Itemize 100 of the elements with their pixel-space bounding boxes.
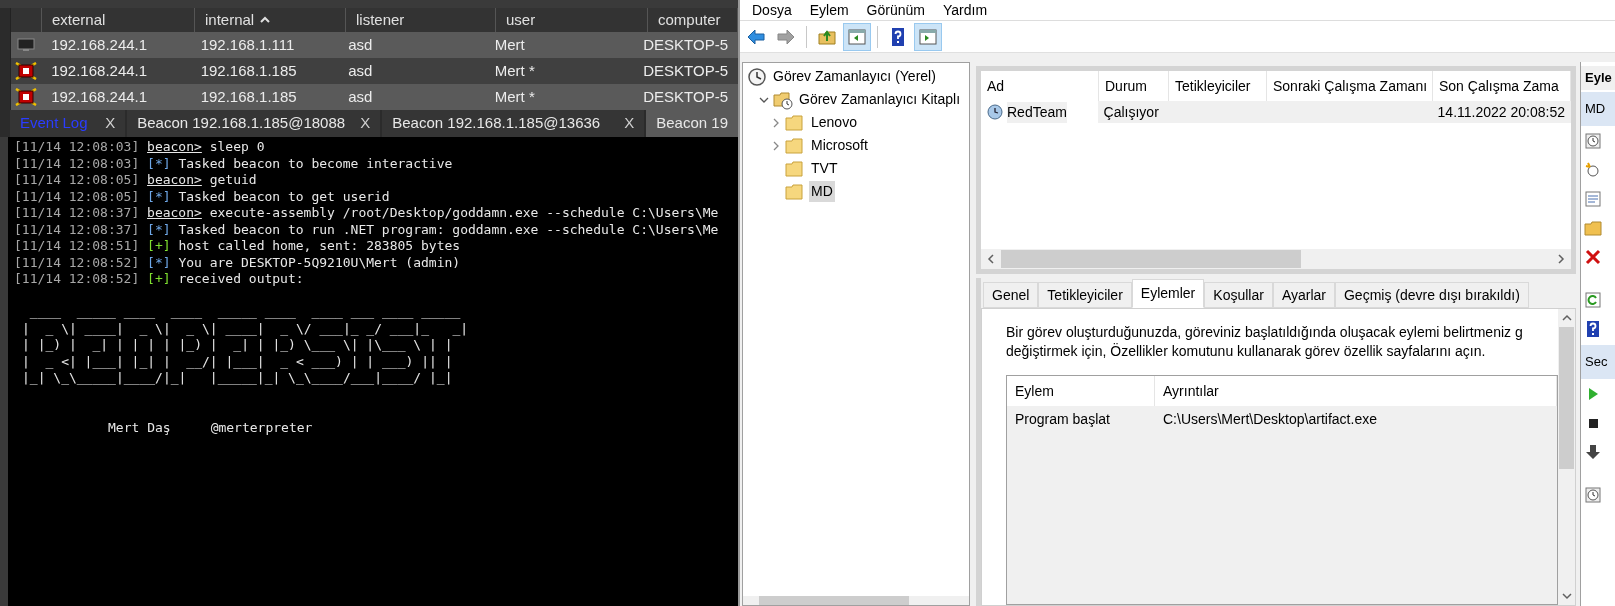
table-cell-text: 14.11.2022 20:08:52 <box>1436 102 1566 122</box>
scroll-right-icon[interactable] <box>1557 254 1565 264</box>
chevron-right-icon[interactable] <box>771 117 781 128</box>
menu-item[interactable]: Görünüm <box>858 0 933 21</box>
console-tab[interactable]: Beacon 192.168.1.185@18088 X <box>127 110 381 137</box>
table-cell-text: 192.168.244.1 <box>50 60 149 81</box>
tab[interactable]: Genel <box>983 282 1039 308</box>
tree-item[interactable]: TVT <box>809 158 840 179</box>
folder-icon <box>785 135 805 156</box>
tree-item[interactable]: MD <box>809 181 835 202</box>
console-output: received output: <box>178 271 304 288</box>
tree-item[interactable]: Lenovo <box>809 112 859 133</box>
menu-item[interactable]: Dosya <box>744 0 800 21</box>
delete-icon[interactable] <box>1584 247 1602 266</box>
console-output: Tasked beacon to run .NET program: goddamn.exe --schedule C:\Users\Me <box>178 221 719 238</box>
scroll-left-icon[interactable] <box>987 254 995 264</box>
close-button[interactable]: X <box>105 112 116 135</box>
tab[interactable]: Tetikleyiciler <box>1038 282 1132 308</box>
table-cell-text: asd <box>347 34 374 55</box>
status-marker: [*] <box>147 155 171 172</box>
clock-icon[interactable] <box>1584 131 1602 150</box>
column-header[interactable]: Ayrıntılar <box>1155 376 1557 406</box>
prompt-text: beacon> <box>147 172 202 189</box>
console-output: Tasked beacon to become interactive <box>178 155 453 172</box>
tab-label: Event Log <box>20 113 88 134</box>
timestamp: [11/14 12:08:05] <box>14 172 140 189</box>
section-header[interactable]: Sec <box>1581 345 1615 379</box>
menu-item[interactable]: Yardım <box>934 0 996 21</box>
sort-ascending-icon <box>260 15 271 25</box>
clock-star-icon[interactable] <box>1584 160 1602 179</box>
console-output: You are DESKTOP-5Q9210U\Mert (admin) <box>178 254 461 271</box>
table-cell-text: asd <box>347 60 374 81</box>
clock-icon <box>747 66 767 87</box>
timestamp: [11/14 12:08:05] <box>14 188 140 205</box>
console-output: execute-assembly /root/Desktop/goddamn.exe --schedule C:\Users\Me <box>209 205 719 222</box>
folder-icon <box>785 181 805 202</box>
folder-clock-icon <box>773 89 793 110</box>
folder-icon[interactable] <box>1584 218 1602 237</box>
column-header[interactable]: Eylem <box>1007 376 1155 406</box>
author-name: Mert Daş <box>108 419 171 436</box>
console-tab[interactable]: Beacon 19 <box>646 110 738 137</box>
banner-text: ____ _____ ____ ____ _____ ____ ____ ___ ____ _____ | _ \| ____| _ \| _ \| ____| _ \/ ___|_ _/ ___|_ _| | |_) | _| | | | | |_) | _| | |_) \___ \| |\___ \ | | | _ <| |___| |_| | __/| |___| _ < ___) | | ___) || | |_| \_\_____|____/|_| |_____|_| \_\____/___|____/ |_| <box>22 304 469 387</box>
tree-item[interactable]: Görev Zamanlayıcı Kitaplı <box>797 89 963 110</box>
task-name: RedTeam <box>1007 101 1067 123</box>
tab[interactable]: Ayarlar <box>1272 282 1335 308</box>
refresh-icon[interactable] <box>1584 290 1602 309</box>
status-marker: [+] <box>147 238 171 255</box>
chevron-right-icon[interactable] <box>771 140 781 151</box>
table-cell-text: Mert * <box>493 60 536 81</box>
console-output: sleep 0 <box>209 139 265 156</box>
tab-label: Beacon 19 <box>656 113 728 134</box>
table-cell-text: DESKTOP-5 <box>642 60 729 81</box>
horizontal-scrollbar[interactable] <box>981 249 1571 269</box>
table-cell-text: 192.168.1.111 <box>199 34 296 55</box>
help-icon[interactable] <box>1584 319 1602 338</box>
column-header[interactable]: Ad <box>981 71 1099 101</box>
table-cell-text: DESKTOP-5 <box>642 34 729 55</box>
table-cell-text: Mert * <box>493 86 536 107</box>
tab[interactable]: Eylemler <box>1131 279 1205 308</box>
tab[interactable]: Geçmiş (devre dışı bırakıldı) <box>1335 282 1529 308</box>
timestamp: [11/14 12:08:37] <box>14 221 140 238</box>
close-button[interactable]: X <box>360 112 371 135</box>
status-marker: [*] <box>147 254 171 271</box>
timestamp: [11/14 12:08:51] <box>14 238 140 255</box>
table-cell-text: asd <box>347 86 374 107</box>
clock-icon <box>987 104 1003 120</box>
table-cell-text: 192.168.244.1 <box>50 86 149 107</box>
scroll-down-icon[interactable] <box>1561 592 1572 600</box>
table-cell-text: 192.168.244.1 <box>50 34 149 55</box>
tab[interactable]: Koşullar <box>1204 282 1273 308</box>
table-cell-text: 192.168.1.185 <box>199 86 298 107</box>
tab-label: Beacon 192.168.1.185@18088 <box>137 113 346 134</box>
folder-icon <box>785 158 805 179</box>
tree-item[interactable]: Görev Zamanlayıcı (Yerel) <box>771 66 938 87</box>
table-cell-text: Program başlat <box>1014 409 1111 429</box>
section-header[interactable]: MD <box>1581 92 1615 126</box>
table-cell-text: 192.168.1.185 <box>199 60 298 81</box>
description-text: Bir görev oluşturduğunuzda, göreviniz başlatıldığında oluşacak eylemi belirtmeniz g değiştirmek için, Özellikler komutunu kullanarak görev özellik sayfalarını açın. <box>1006 323 1524 361</box>
timestamp: [11/14 12:08:03] <box>14 139 140 156</box>
console-tab[interactable]: Beacon 192.168.1.185@13636 X <box>382 110 645 137</box>
menu-item[interactable]: Eylem <box>801 0 857 21</box>
table-cell-text: Mert <box>493 34 526 55</box>
prompt-text: beacon> <box>147 205 202 222</box>
console-tab[interactable]: Event Log X <box>10 110 126 137</box>
table-cell-text: Çalışıyor <box>1102 102 1160 122</box>
console-output: getuid <box>209 172 257 189</box>
timestamp: [11/14 12:08:52] <box>14 254 140 271</box>
down-arrow-icon[interactable] <box>1584 442 1602 461</box>
scroll-up-icon[interactable] <box>1561 314 1572 322</box>
console-tree-icon <box>847 26 867 47</box>
author-handle: @merterpreter <box>210 419 313 436</box>
vertical-scrollbar[interactable] <box>1558 309 1575 605</box>
status-marker: [*] <box>147 188 171 205</box>
timestamp: [11/14 12:08:37] <box>14 205 140 222</box>
tree-item[interactable]: Microsoft <box>809 135 870 156</box>
clock-icon[interactable] <box>1584 485 1602 504</box>
timestamp: [11/14 12:08:52] <box>14 271 140 288</box>
horizontal-scrollbar[interactable] <box>743 596 969 605</box>
close-button[interactable]: X <box>624 112 635 135</box>
prompt-text: beacon> <box>147 139 202 156</box>
